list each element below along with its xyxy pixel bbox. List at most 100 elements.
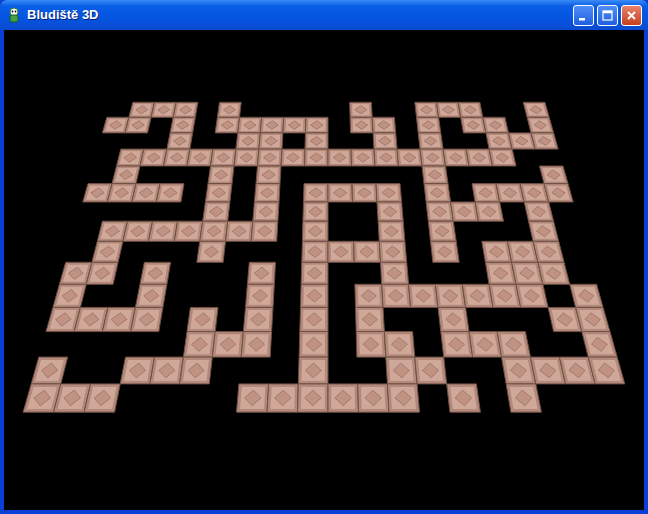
maze-tile: [377, 202, 403, 221]
maze-tile: [485, 262, 516, 284]
maze-tile: [386, 357, 417, 384]
maze-tile: [426, 202, 453, 221]
maze-tile: [397, 149, 422, 166]
maze-tile: [135, 284, 167, 307]
maze-tile: [237, 384, 269, 412]
maze-tile: [376, 184, 402, 202]
maze-tile: [254, 184, 280, 202]
maze-tile: [497, 332, 530, 358]
maze-tile: [300, 307, 328, 331]
maze-tile: [431, 241, 460, 262]
maze-tile: [156, 184, 184, 202]
maze-tile: [123, 221, 153, 241]
maze-tile: [356, 332, 386, 358]
maze-tile: [441, 332, 473, 358]
maze-tile: [523, 102, 549, 117]
maze-tile: [305, 133, 328, 149]
window-title: Bludiště 3D: [27, 7, 568, 23]
maze-tile: [472, 184, 500, 202]
maze-tile: [486, 133, 512, 149]
maze-tile: [544, 184, 573, 202]
maze-tile: [531, 133, 558, 149]
maze-tile: [140, 262, 171, 284]
minimize-icon: [577, 9, 590, 22]
maze-tile: [281, 149, 305, 166]
maze-tile: [304, 184, 329, 202]
maze-tile: [482, 241, 512, 262]
maze-tile: [253, 202, 279, 221]
maze-tile: [355, 284, 383, 307]
title-bar[interactable]: Bludiště 3D: [0, 0, 648, 30]
maze-tile: [131, 307, 163, 331]
maze-tile: [246, 284, 275, 307]
maze-tile: [475, 202, 503, 221]
maze-tile: [328, 384, 359, 412]
maze-tile: [187, 149, 213, 166]
maze-tile: [102, 307, 135, 331]
maze-tile: [373, 133, 397, 149]
maze-tile: [328, 149, 352, 166]
maze-tile: [97, 221, 127, 241]
maze-tile: [53, 284, 86, 307]
client-area: [0, 30, 648, 514]
maze-tile: [102, 117, 128, 133]
maze-tile: [328, 241, 354, 262]
maze-tile: [283, 117, 306, 133]
maze-tile: [374, 149, 399, 166]
maze-tile: [420, 149, 445, 166]
maze-tile: [462, 284, 493, 307]
maximize-icon: [601, 9, 614, 22]
maze-tile: [356, 307, 385, 331]
maze-tile: [298, 357, 328, 384]
maze-tile: [489, 149, 516, 166]
maze-tile: [117, 149, 144, 166]
window-controls: [573, 5, 642, 26]
app-window: Bludiště 3D: [0, 0, 648, 514]
maze-tile: [299, 332, 328, 358]
maze-tile: [164, 149, 190, 166]
maze-tile: [180, 357, 213, 384]
maze-tile: [197, 241, 226, 262]
maze-tile: [466, 149, 492, 166]
maze-tile: [379, 241, 406, 262]
maze-tile: [149, 221, 178, 241]
maze-tile: [378, 221, 405, 241]
maze-tile: [351, 149, 375, 166]
maze-tile: [234, 149, 259, 166]
maximize-button[interactable]: [597, 5, 618, 26]
maze-tile: [382, 284, 411, 307]
maze-tile: [358, 384, 389, 412]
maze-tile: [170, 117, 195, 133]
maze-tile: [173, 102, 198, 117]
maze-tile: [150, 357, 184, 384]
maze-tile: [236, 133, 260, 149]
maze-tile: [461, 117, 486, 133]
maze-tile: [588, 357, 625, 384]
maze-view[interactable]: [4, 30, 644, 510]
maze-tile: [212, 332, 243, 358]
maze-tile: [241, 332, 271, 358]
maze-tile: [415, 102, 439, 117]
maze-tile: [86, 262, 118, 284]
maze-tile: [259, 133, 283, 149]
maze-tile: [31, 357, 67, 384]
maze-tile: [132, 184, 160, 202]
maze-tile: [301, 262, 328, 284]
maze-tile: [422, 166, 448, 184]
maze-tile: [187, 307, 218, 331]
maze-tile: [540, 166, 569, 184]
close-button[interactable]: [621, 5, 642, 26]
maze-tile: [350, 117, 373, 133]
maze-tile: [417, 117, 441, 133]
maze-tile: [256, 166, 281, 184]
minimize-button[interactable]: [573, 5, 594, 26]
maze-tile: [302, 221, 328, 241]
maze-tile: [415, 357, 447, 384]
maze-tile: [350, 102, 373, 117]
maze-tile: [298, 384, 329, 412]
maze-tile: [483, 117, 509, 133]
maze-tile: [183, 332, 215, 358]
maze-tile: [354, 241, 381, 262]
maze-tile: [576, 307, 610, 331]
maze-tile: [303, 202, 328, 221]
